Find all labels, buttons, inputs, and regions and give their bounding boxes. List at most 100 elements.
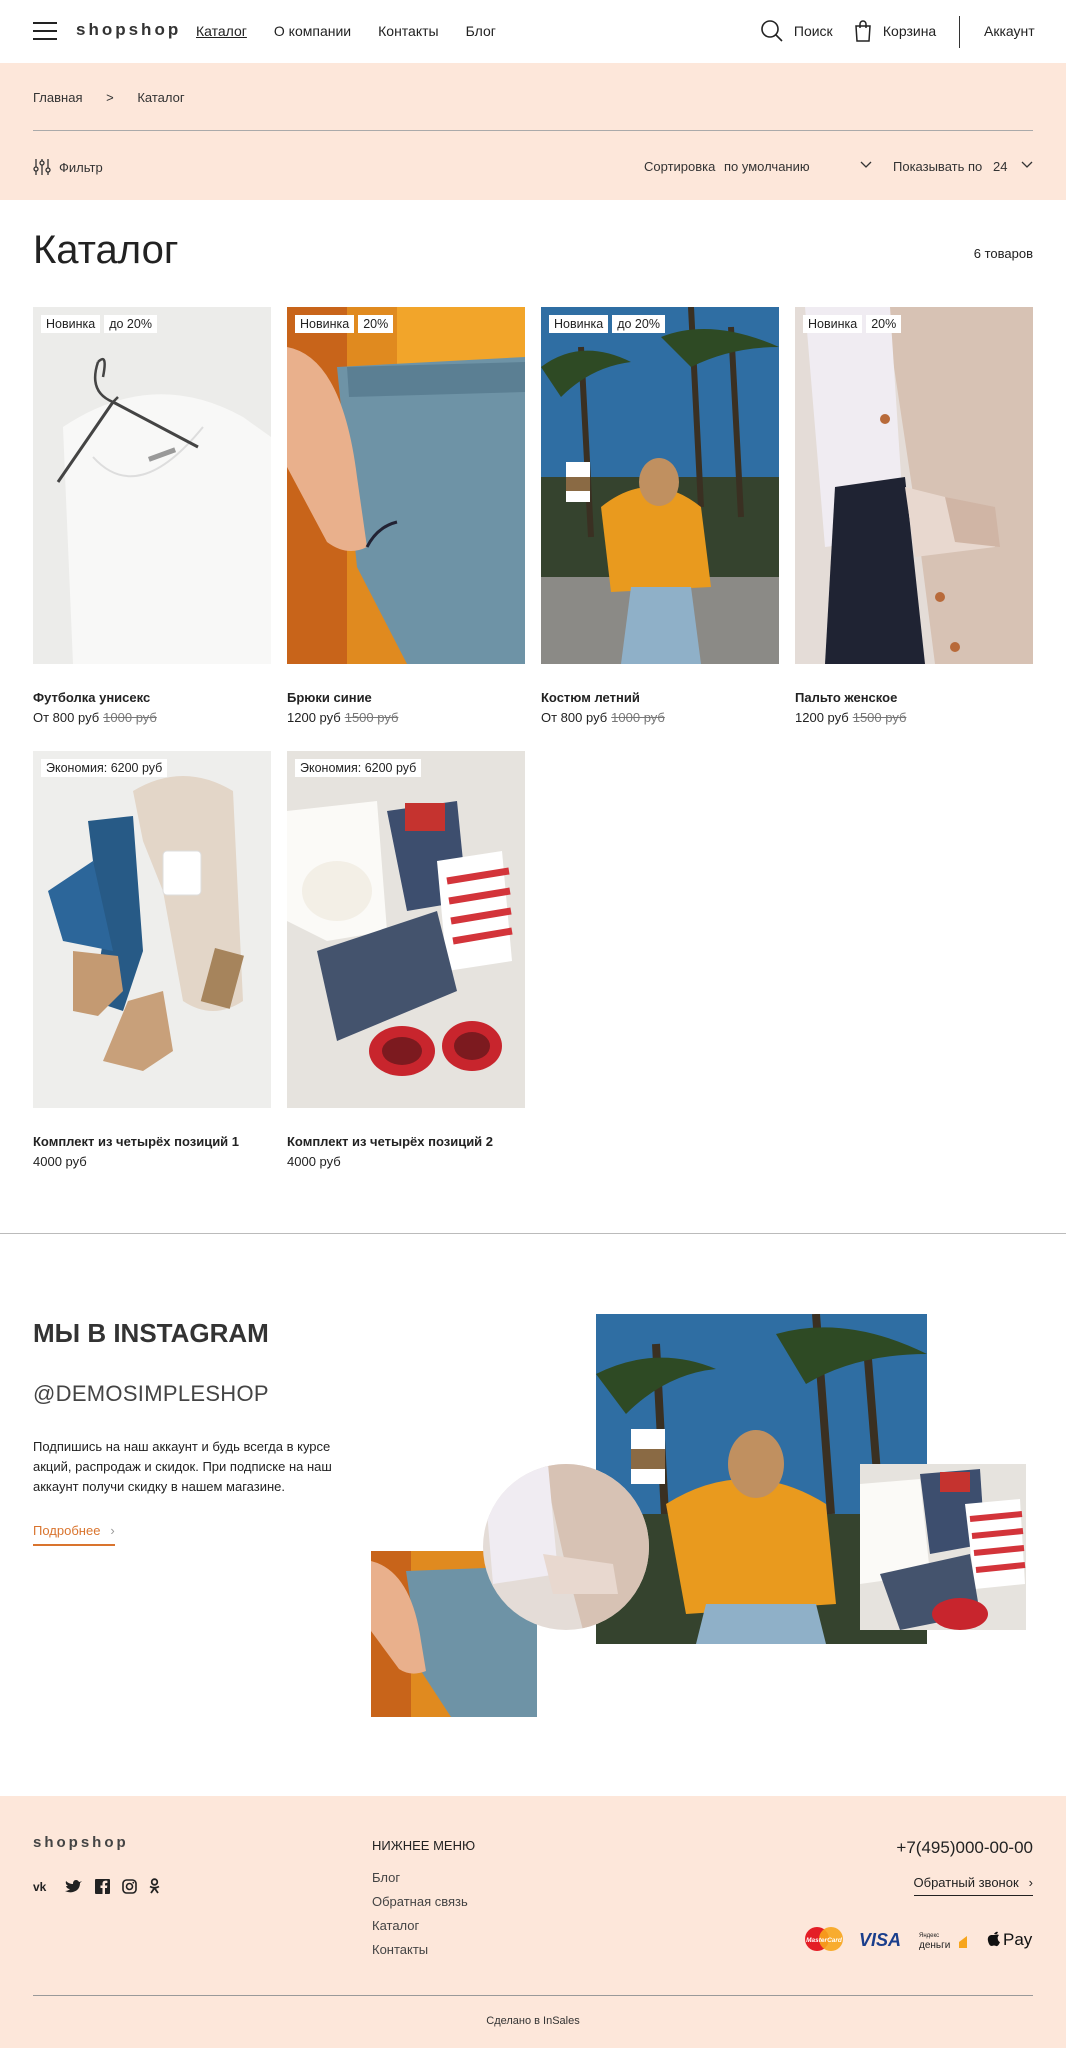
catalog-toolbar-band: Главная > Каталог Фильтр Сортировка по у… — [0, 63, 1066, 200]
product-price: 1200 руб 1500 руб — [287, 710, 398, 725]
product-card[interactable]: Экономия: 6200 руб Комплект из четырёх п… — [287, 751, 525, 1169]
toolbar-divider — [33, 130, 1033, 131]
header-divider — [959, 16, 960, 48]
breadcrumb-current: Каталог — [137, 90, 185, 105]
svg-text:vk: vk — [33, 1880, 47, 1893]
current-price: 4000 руб — [287, 1154, 341, 1169]
footer-menu-item-catalog[interactable]: Каталог — [372, 1918, 468, 1942]
product-badges: Экономия: 6200 руб — [295, 759, 422, 777]
product-badges: Новинка до 20% — [41, 315, 157, 333]
badge-savings: Экономия: 6200 руб — [41, 759, 168, 777]
breadcrumb-home[interactable]: Главная — [33, 90, 82, 105]
svg-text:MasterCard: MasterCard — [806, 1937, 843, 1944]
instagram-photo[interactable] — [483, 1464, 649, 1630]
search-button[interactable]: Поиск — [760, 19, 833, 43]
facebook-icon[interactable] — [95, 1878, 110, 1894]
current-price: 4000 руб — [33, 1154, 87, 1169]
footer-logo[interactable]: shopshop — [33, 1834, 129, 1851]
product-image[interactable]: Экономия: 6200 руб — [33, 751, 271, 1108]
product-image[interactable]: Экономия: 6200 руб — [287, 751, 525, 1108]
footer-menu-item-blog[interactable]: Блог — [372, 1870, 468, 1894]
current-price: От 800 руб — [541, 710, 608, 725]
product-name[interactable]: Пальто женское — [795, 690, 897, 705]
apple-pay-icon: Pay — [987, 1930, 1033, 1949]
breadcrumb: Главная > Каталог — [33, 90, 205, 105]
callback-button[interactable]: Обратный звонок › — [913, 1875, 1033, 1896]
badge-new: Новинка — [803, 315, 863, 333]
filter-label: Фильтр — [59, 159, 103, 175]
product-price: От 800 руб 1000 руб — [33, 710, 157, 725]
main-nav: Каталог О компании Контакты Блог — [196, 23, 496, 39]
nav-item-about[interactable]: О компании — [274, 23, 351, 39]
product-image[interactable]: Новинка 20% — [287, 307, 525, 664]
page-title: Каталог — [33, 228, 179, 272]
footer-menu-item-contacts[interactable]: Контакты — [372, 1942, 468, 1966]
menu-icon[interactable] — [33, 22, 57, 40]
product-badges: Экономия: 6200 руб — [41, 759, 168, 777]
product-price: 1200 руб 1500 руб — [795, 710, 906, 725]
badge-discount: 20% — [866, 315, 902, 333]
instagram-title: МЫ В INSTAGRAM — [33, 1318, 269, 1348]
instagram-more-label: Подробнее — [33, 1523, 101, 1538]
product-card[interactable]: Новинка 20% Брюки синие 1200 руб 1500 руб — [287, 307, 525, 725]
search-label: Поиск — [793, 23, 833, 39]
product-badges: Новинка 20% — [295, 315, 394, 333]
filter-button[interactable]: Фильтр — [33, 158, 103, 176]
instagram-handle[interactable]: @DEMOSIMPLESHOP — [33, 1381, 269, 1407]
made-with-insales[interactable]: Сделано в InSales — [0, 2015, 1066, 2027]
product-name[interactable]: Брюки синие — [287, 690, 372, 705]
product-card[interactable]: Экономия: 6200 руб Комплект из четырёх п… — [33, 751, 271, 1169]
site-header: shopshop Каталог О компании Контакты Бло… — [0, 0, 1066, 63]
sort-label: Сортировка — [644, 159, 716, 174]
badge-new: Новинка — [295, 315, 355, 333]
current-price: 1200 руб — [287, 710, 341, 725]
badge-discount: до 20% — [104, 315, 157, 333]
product-card[interactable]: Новинка до 20% Футболка унисекс От 800 р… — [33, 307, 271, 725]
product-count: 6 товаров — [973, 246, 1033, 261]
instagram-icon[interactable] — [122, 1878, 137, 1894]
nav-item-catalog[interactable]: Каталог — [196, 23, 247, 39]
chevron-right-icon: › — [1028, 1875, 1033, 1890]
instagram-more-link[interactable]: Подробнее › — [33, 1523, 115, 1546]
odnoklassniki-icon[interactable] — [149, 1878, 160, 1894]
product-badges: Новинка 20% — [803, 315, 902, 333]
svg-text:Яндекс: Яндекс — [919, 1933, 939, 1939]
product-name[interactable]: Костюм летний — [541, 690, 640, 705]
product-image[interactable]: Новинка до 20% — [541, 307, 779, 664]
chevron-down-icon — [860, 161, 872, 168]
social-links: vk — [33, 1878, 160, 1894]
yandex-money-icon: Яндекс деньги — [919, 1933, 967, 1951]
sort-select[interactable]: по умолчанию — [724, 159, 872, 174]
product-name[interactable]: Футболка унисекс — [33, 690, 150, 705]
logo[interactable]: shopshop — [76, 20, 181, 40]
instagram-photo[interactable] — [860, 1464, 1026, 1630]
product-price: От 800 руб 1000 руб — [541, 710, 665, 725]
product-card[interactable]: Новинка 20% Пальто женское 1200 руб 1500 … — [795, 307, 1033, 725]
vk-icon[interactable]: vk — [33, 1879, 53, 1893]
phone-number[interactable]: +7(495)000-00-00 — [896, 1838, 1033, 1858]
product-image[interactable]: Новинка до 20% — [33, 307, 271, 664]
product-card[interactable]: Новинка до 20% Костюм летний От 800 руб 1… — [541, 307, 779, 725]
svg-text:деньги: деньги — [919, 1940, 950, 1951]
nav-item-contacts[interactable]: Контакты — [378, 23, 438, 39]
filter-icon — [33, 159, 51, 175]
section-divider — [0, 1233, 1066, 1234]
footer-menu-item-feedback[interactable]: Обратная связь — [372, 1894, 468, 1918]
bag-icon — [855, 20, 871, 42]
footer-menu: Блог Обратная связь Каталог Контакты — [372, 1870, 468, 1966]
twitter-icon[interactable] — [65, 1879, 83, 1894]
per-page-select[interactable]: 24 — [993, 159, 1033, 174]
product-name[interactable]: Комплект из четырёх позиций 1 — [33, 1134, 239, 1149]
product-name[interactable]: Комплект из четырёх позиций 2 — [287, 1134, 493, 1149]
cart-button[interactable]: Корзина — [853, 19, 936, 43]
account-link[interactable]: Аккаунт — [984, 23, 1035, 39]
badge-savings: Экономия: 6200 руб — [295, 759, 422, 777]
badge-new: Новинка — [41, 315, 101, 333]
product-badges: Новинка до 20% — [549, 315, 665, 333]
callback-label: Обратный звонок — [913, 1875, 1019, 1890]
badge-new: Новинка — [549, 315, 609, 333]
nav-item-blog[interactable]: Блог — [466, 23, 496, 39]
product-image[interactable]: Новинка 20% — [795, 307, 1033, 664]
current-price: От 800 руб — [33, 710, 100, 725]
svg-text:VISA: VISA — [859, 1930, 901, 1948]
